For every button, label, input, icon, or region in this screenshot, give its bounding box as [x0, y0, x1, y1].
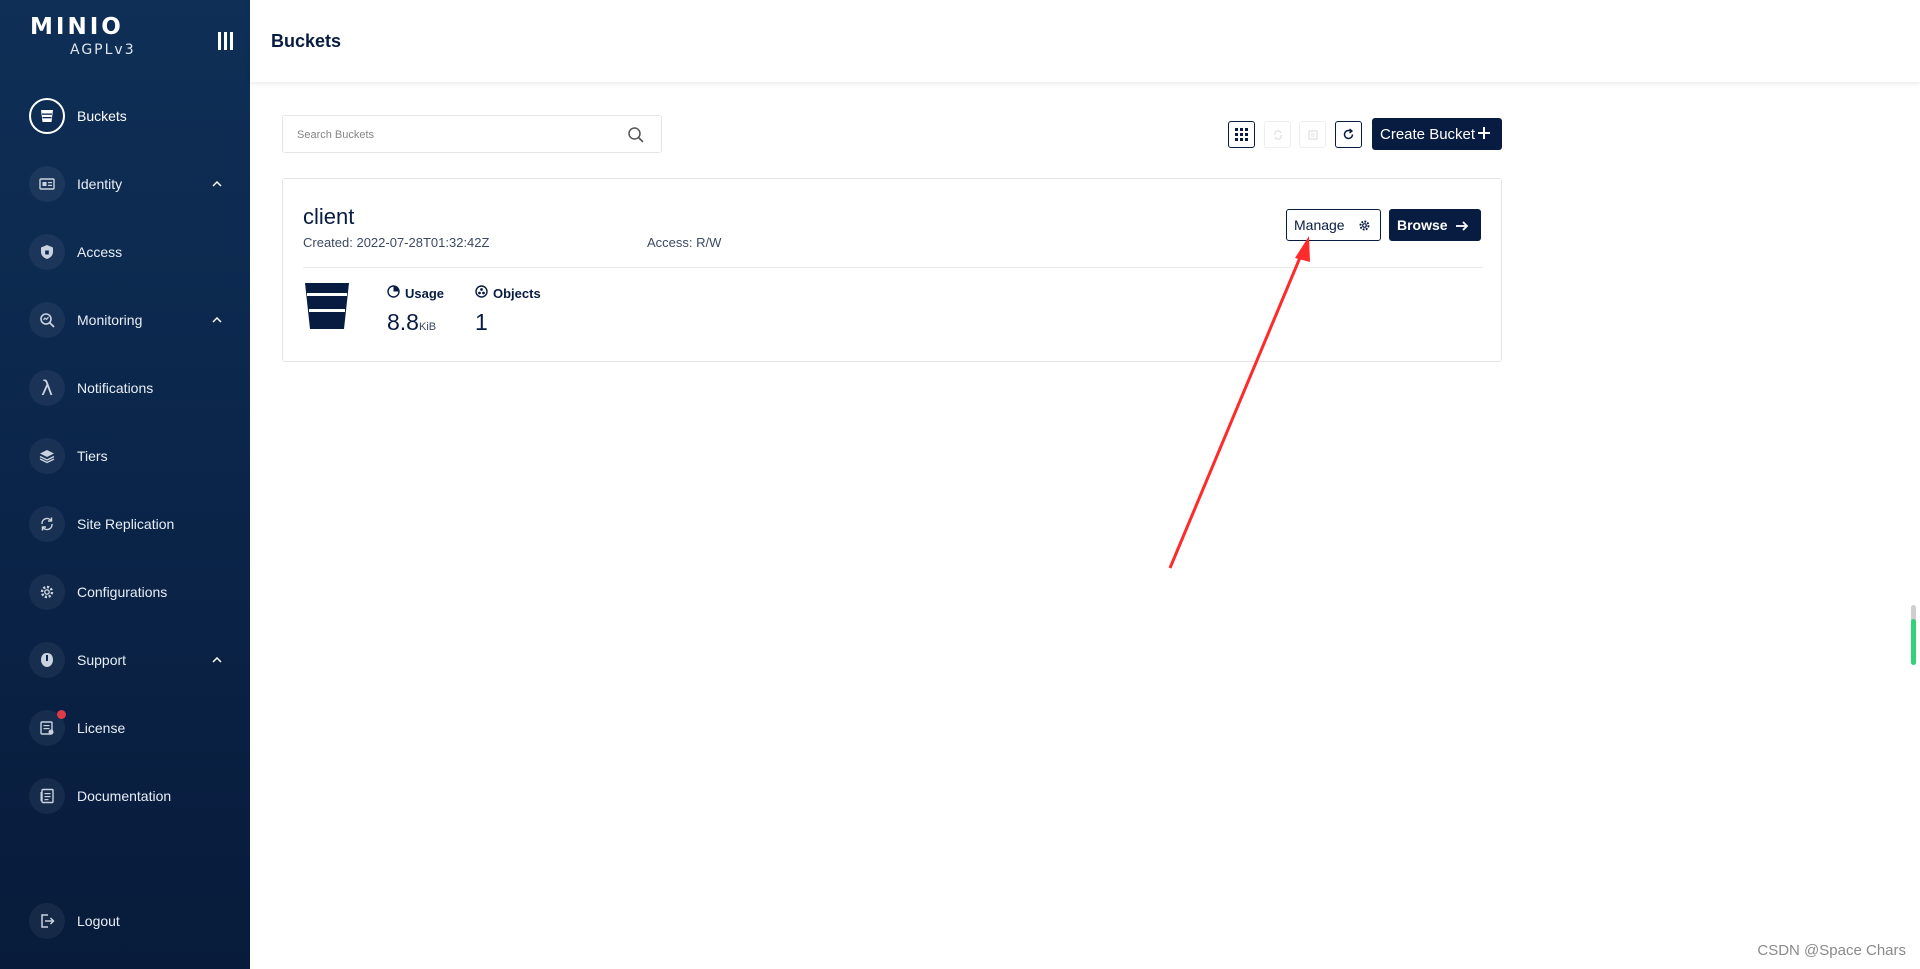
- set-lifecycle-button[interactable]: [1299, 121, 1326, 148]
- manage-label: Manage: [1294, 217, 1345, 233]
- sidebar-item-label: Identity: [77, 176, 123, 192]
- sidebar-item-label: Buckets: [77, 108, 127, 124]
- pie-chart-icon: [387, 285, 400, 301]
- usage-label: Usage: [405, 285, 445, 301]
- sidebar-item-label: Documentation: [77, 788, 172, 804]
- sidebar-item-notifications[interactable]: λ Notifications: [0, 360, 250, 416]
- sidebar-item-label: Notifications: [77, 380, 154, 396]
- sidebar-item-label: Logout: [77, 913, 120, 929]
- sidebar-item-label: License: [77, 720, 126, 736]
- lifecycle-icon: [1307, 129, 1318, 140]
- bucket-created: Created: 2022-07-28T01:32:42Z: [303, 235, 490, 250]
- layers-icon: [29, 438, 65, 474]
- bucket-icon: [29, 98, 65, 134]
- sidebar-item-monitoring[interactable]: Monitoring: [0, 292, 250, 348]
- watermark: CSDN @Space Chars: [1757, 942, 1906, 959]
- grid-icon: [1235, 128, 1248, 141]
- sidebar-item-label: Access: [77, 244, 123, 260]
- objects-icon: [475, 285, 488, 301]
- id-card-icon: [29, 166, 65, 202]
- logout-icon: [29, 903, 65, 939]
- chevron-up-icon[interactable]: [211, 178, 223, 190]
- sidebar-item-logout[interactable]: Logout: [0, 893, 250, 949]
- usage-value: 8.8: [387, 309, 419, 335]
- bucket-access: Access: R/W: [647, 235, 722, 250]
- brand-edition: AGPLv3: [70, 42, 136, 58]
- bucket-large-icon: [303, 281, 351, 331]
- browse-label: Browse: [1397, 217, 1448, 233]
- brand-logo: MINIO: [30, 14, 124, 40]
- sidebar-item-label: Site Replication: [77, 516, 175, 532]
- chevron-up-icon[interactable]: [211, 314, 223, 326]
- bucket-name[interactable]: client: [303, 204, 354, 230]
- sidebar-item-site-replication[interactable]: Site Replication: [0, 496, 250, 552]
- bucket-card: client Created: 2022-07-28T01:32:42Z Acc…: [282, 178, 1502, 362]
- plus-icon: [1477, 126, 1491, 140]
- sidebar-item-access[interactable]: Access: [0, 224, 250, 280]
- usage-unit: KiB: [418, 321, 437, 333]
- chevron-up-icon[interactable]: [211, 654, 223, 666]
- brand: MINIO AGPLv3: [30, 14, 150, 58]
- notification-badge: [57, 710, 66, 719]
- page-title: Buckets: [271, 31, 342, 51]
- sidebar: MINIO AGPLv3 Buckets Identity Access Mon…: [0, 0, 250, 969]
- set-replication-button[interactable]: [1264, 121, 1291, 148]
- card-divider: [303, 267, 1483, 268]
- select-multiple-button[interactable]: [1228, 121, 1255, 148]
- scroll-indicator[interactable]: [1910, 605, 1918, 665]
- sidebar-item-identity[interactable]: Identity: [0, 156, 250, 212]
- sidebar-item-label: Support: [77, 652, 127, 668]
- search-icon[interactable]: [627, 126, 645, 144]
- sidebar-item-support[interactable]: Support: [0, 632, 250, 688]
- replication-icon: [1273, 129, 1282, 140]
- objects-stat: Objects 1: [475, 285, 541, 336]
- usage-stat: Usage 8.8KiB: [387, 285, 444, 336]
- refresh-icon: [1343, 128, 1354, 140]
- sync-icon: [29, 506, 65, 542]
- sidebar-item-documentation[interactable]: Documentation: [0, 768, 250, 824]
- search-field[interactable]: [282, 115, 662, 153]
- gear-icon: [29, 574, 65, 610]
- sidebar-item-buckets[interactable]: Buckets: [0, 88, 250, 144]
- gear-icon: [1358, 219, 1371, 232]
- arrow-right-icon: [1455, 219, 1469, 231]
- create-bucket-label: Create Bucket: [1380, 125, 1476, 143]
- refresh-button[interactable]: [1335, 121, 1362, 148]
- search-input[interactable]: [297, 125, 617, 145]
- lambda-icon: λ: [29, 370, 65, 406]
- sidebar-collapse-icon[interactable]: [218, 32, 234, 50]
- support-icon: [29, 642, 65, 678]
- shield-icon: [29, 234, 65, 270]
- manage-button[interactable]: Manage: [1286, 209, 1381, 241]
- sidebar-item-label: Configurations: [77, 584, 168, 600]
- objects-value: 1: [475, 309, 488, 335]
- page-header: Buckets: [250, 0, 1920, 82]
- document-icon: [29, 778, 65, 814]
- sidebar-item-license[interactable]: License: [0, 700, 250, 756]
- sidebar-item-configurations[interactable]: Configurations: [0, 564, 250, 620]
- sidebar-item-tiers[interactable]: Tiers: [0, 428, 250, 484]
- create-bucket-button[interactable]: Create Bucket: [1372, 118, 1502, 150]
- browse-button[interactable]: Browse: [1389, 209, 1481, 241]
- sidebar-item-label: Tiers: [77, 448, 108, 464]
- objects-label: Objects: [493, 285, 541, 301]
- magnifier-chart-icon: [29, 302, 65, 338]
- sidebar-item-label: Monitoring: [77, 312, 143, 328]
